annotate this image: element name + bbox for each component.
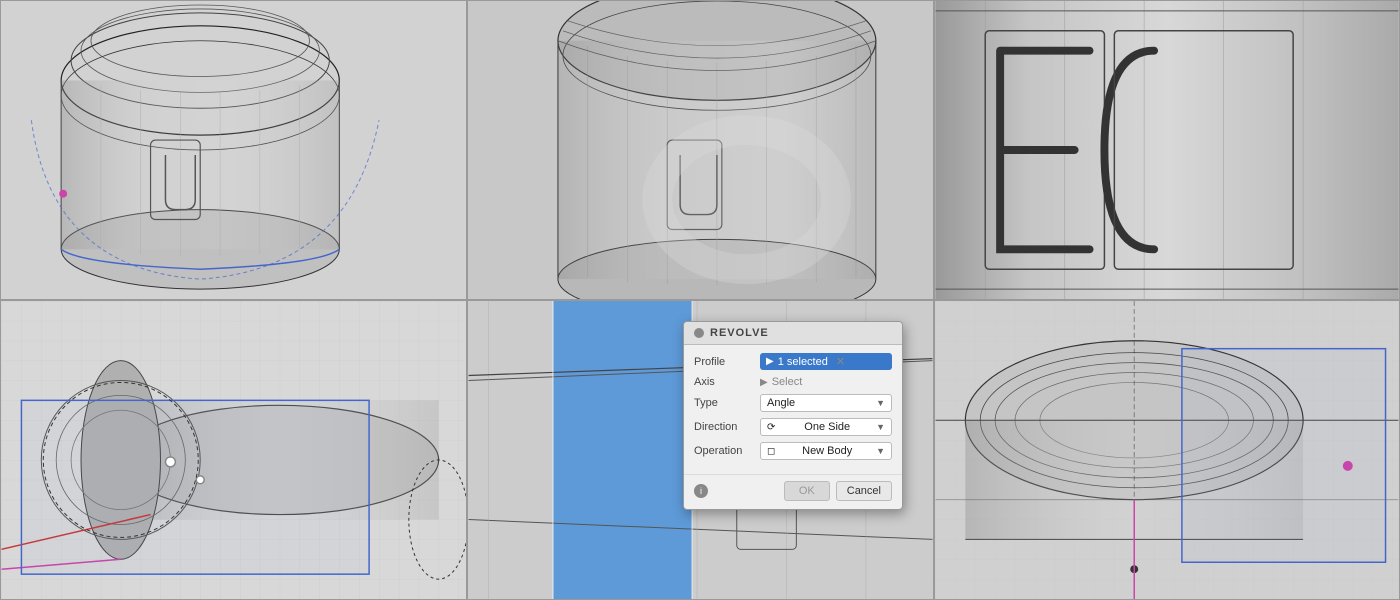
axis-row: Axis ▶ Select [694,376,892,388]
operation-row: Operation ◻ New Body ▼ [694,442,892,460]
axis-input[interactable]: ▶ Select [760,376,892,388]
viewport-2[interactable] [467,0,934,300]
ok-button[interactable]: OK [784,481,830,501]
axis-label: Axis [694,376,754,388]
direction-value: One Side [804,421,850,433]
viewport-1[interactable] [0,0,467,300]
operation-dropdown[interactable]: ◻ New Body ▼ [760,442,892,460]
revolve-dialog: REVOLVE Profile ▶ 1 selected ✕ Axis ▶ [683,321,903,510]
profile-label: Profile [694,356,754,368]
profile-clear-button[interactable]: ✕ [836,355,845,368]
dialog-body: Profile ▶ 1 selected ✕ Axis ▶ Select [684,345,902,474]
profile-row: Profile ▶ 1 selected ✕ [694,353,892,370]
viewport-grid: REVOLVE Profile ▶ 1 selected ✕ Axis ▶ [0,0,1400,600]
axis-placeholder: Select [772,376,803,388]
viewport-4[interactable] [0,300,467,600]
cancel-button[interactable]: Cancel [836,481,892,501]
dialog-footer: i OK Cancel [684,474,902,509]
dialog-title-bar: REVOLVE [684,322,902,345]
profile-input[interactable]: ▶ 1 selected ✕ [760,353,892,370]
viewport-5[interactable]: REVOLVE Profile ▶ 1 selected ✕ Axis ▶ [467,300,934,600]
info-icon[interactable]: i [694,484,708,498]
operation-dropdown-arrow: ▼ [876,446,885,456]
operation-value: New Body [802,445,852,457]
dialog-title-dot [694,328,704,338]
type-value: Angle [767,397,795,409]
direction-label: Direction [694,421,754,433]
direction-dropdown-arrow: ▼ [876,422,885,432]
type-dropdown[interactable]: Angle ▼ [760,394,892,412]
viewport-6[interactable] [934,300,1400,600]
operation-label: Operation [694,445,754,457]
footer-buttons: OK Cancel [784,481,892,501]
direction-row: Direction ⟳ One Side ▼ [694,418,892,436]
type-dropdown-arrow: ▼ [876,398,885,408]
dialog-title: REVOLVE [710,327,769,339]
type-row: Type Angle ▼ [694,394,892,412]
profile-value: 1 selected [778,356,828,368]
direction-dropdown[interactable]: ⟳ One Side ▼ [760,418,892,436]
viewport-3[interactable] [934,0,1400,300]
type-label: Type [694,397,754,409]
